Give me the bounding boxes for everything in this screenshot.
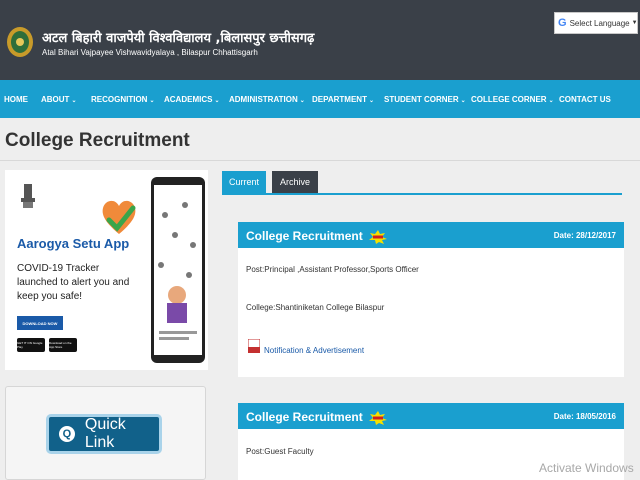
quick-link-button[interactable]: Q Quick Link bbox=[46, 414, 162, 454]
aarogya-setu-banner[interactable]: Aarogya Setu App COVID-19 Tracker launch… bbox=[5, 170, 208, 370]
university-title-hindi: अटल बिहारी वाजपेयी विश्वविद्यालय ,बिलासप… bbox=[42, 31, 315, 46]
chevron-down-icon: ▼ bbox=[631, 20, 638, 26]
card-college: College:Shantiniketan College Bilaspur bbox=[246, 303, 385, 312]
quick-link-label: Quick Link bbox=[84, 416, 126, 451]
tab-archive[interactable]: Archive bbox=[272, 171, 318, 193]
nav-academics[interactable]: ACADEMICS ⌄ bbox=[164, 95, 219, 104]
tab-current[interactable]: Current bbox=[222, 171, 266, 193]
nav-contact-us[interactable]: CONTACT US bbox=[559, 95, 611, 104]
nav-about[interactable]: ABOUT ⌄ bbox=[41, 95, 76, 104]
pdf-icon[interactable] bbox=[248, 339, 260, 353]
national-emblem-icon bbox=[21, 184, 35, 208]
quick-link-icon: Q bbox=[59, 426, 75, 442]
new-badge-icon bbox=[369, 229, 388, 244]
banner-headline: Aarogya Setu App bbox=[17, 236, 130, 251]
chevron-down-icon: ⌄ bbox=[214, 98, 220, 104]
main-nav: HOME ABOUT ⌄ RECOGNITION ⌄ ACADEMICS ⌄ ADMI… bbox=[0, 80, 640, 118]
recruitment-card: College Recruitment Date: 28/12/2017 Pos… bbox=[238, 222, 624, 377]
app-store-button[interactable]: Download on the App Store bbox=[49, 338, 77, 352]
nav-recognition[interactable]: RECOGNITION ⌄ bbox=[91, 95, 154, 104]
university-logo-icon[interactable] bbox=[6, 26, 34, 58]
download-now-button[interactable]: DOWNLOAD NOW bbox=[17, 316, 63, 330]
heart-check-icon bbox=[102, 200, 136, 234]
chevron-down-icon: ⌄ bbox=[368, 98, 374, 104]
university-title-english: Atal Bihari Vajpayee Vishwavidyalaya , B… bbox=[42, 48, 258, 57]
card-title: College Recruitment bbox=[246, 229, 388, 244]
chevron-down-icon: ⌄ bbox=[548, 98, 554, 104]
card-title: College Recruitment bbox=[246, 410, 388, 425]
page-title: College Recruitment bbox=[5, 130, 190, 151]
language-select[interactable]: G Select Language ▼ bbox=[554, 12, 638, 34]
site-header: अटल बिहारी वाजपेयी विश्वविद्यालय ,बिलासप… bbox=[0, 0, 640, 80]
banner-text: COVID-19 Tracker launched to alert you a… bbox=[17, 263, 130, 302]
activate-windows-watermark: Activate Windows bbox=[539, 461, 634, 475]
google-play-button[interactable]: GET IT ON Google Play bbox=[17, 338, 45, 352]
card-header: College Recruitment Date: 18/05/2016 bbox=[238, 403, 624, 429]
card-date: Date: 18/05/2016 bbox=[553, 412, 616, 421]
chevron-down-icon: ⌄ bbox=[71, 98, 77, 104]
chevron-down-icon: ⌄ bbox=[299, 98, 305, 104]
nav-student-corner[interactable]: STUDENT CORNER ⌄ bbox=[384, 95, 466, 104]
chevron-down-icon: ⌄ bbox=[460, 98, 466, 104]
nav-home[interactable]: HOME bbox=[4, 95, 28, 104]
card-post: Post:Guest Faculty bbox=[246, 447, 314, 456]
tab-underline bbox=[222, 193, 622, 195]
chevron-down-icon: ⌄ bbox=[149, 98, 155, 104]
notification-link[interactable]: Notification & Advertisement bbox=[264, 346, 364, 355]
language-select-label: Select Language bbox=[569, 18, 630, 28]
card-date: Date: 28/12/2017 bbox=[553, 231, 616, 240]
google-icon: G bbox=[558, 17, 567, 29]
nav-department[interactable]: DEPARTMENT ⌄ bbox=[312, 95, 374, 104]
nav-college-corner[interactable]: COLLEGE CORNER ⌄ bbox=[471, 95, 554, 104]
card-post: Post:Principal ,Assistant Professor,Spor… bbox=[246, 265, 419, 274]
divider bbox=[0, 160, 640, 161]
phone-mockup-icon bbox=[151, 177, 205, 363]
new-badge-icon bbox=[369, 410, 388, 425]
nav-administration[interactable]: ADMINISTRATION ⌄ bbox=[229, 95, 305, 104]
card-header: College Recruitment Date: 28/12/2017 bbox=[238, 222, 624, 248]
